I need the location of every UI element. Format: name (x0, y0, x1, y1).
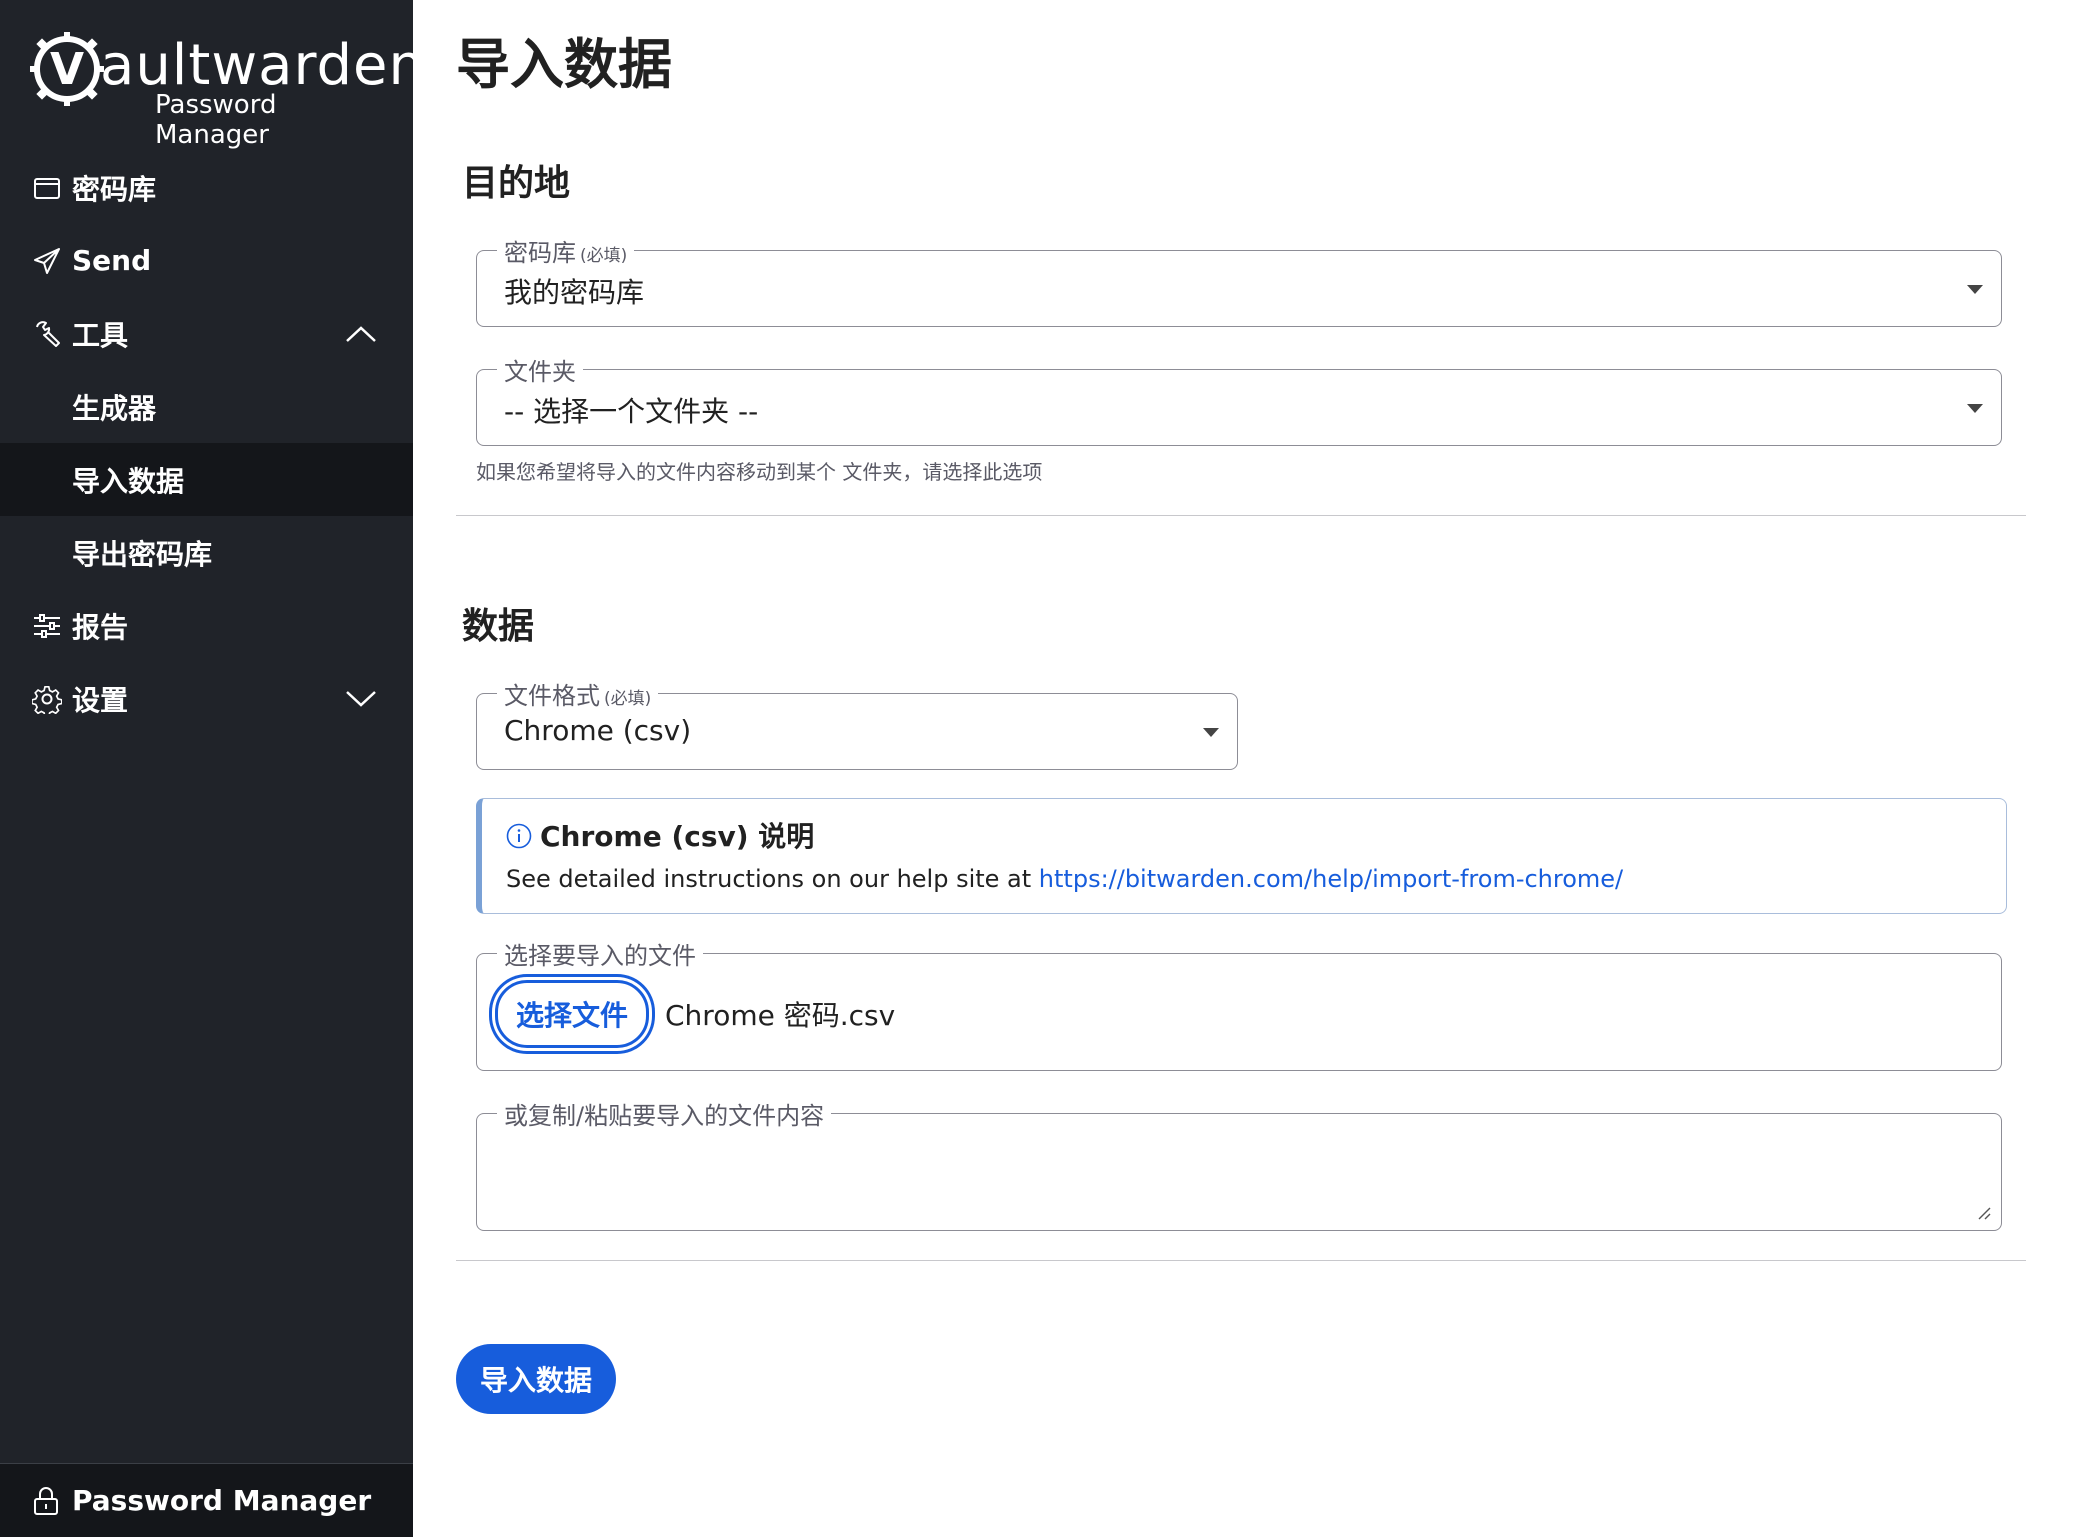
sidebar-item-label: 设置 (72, 683, 129, 717)
sidebar-item-label: 导入数据 (72, 464, 185, 498)
vaultwarden-logo[interactable]: V aultwarden Password Manager (30, 28, 424, 150)
chevron-down-icon[interactable] (345, 689, 377, 709)
sidebar: V aultwarden Password Manager 密码库 Send 工… (0, 0, 424, 1537)
folder-select[interactable]: 文件夹 -- 选择一个文件夹 -- (476, 352, 2002, 446)
chevron-up-icon[interactable] (345, 324, 377, 344)
logo-subtitle: Password Manager (155, 90, 277, 150)
sidebar-item-import-data[interactable]: 导入数据 (0, 443, 413, 516)
choose-file-button[interactable]: 选择文件 (495, 980, 649, 1048)
sidebar-footer-label: Password Manager (72, 1484, 372, 1517)
sidebar-product-switcher[interactable]: Password Manager (0, 1463, 413, 1537)
caret-down-icon (1967, 404, 1983, 413)
sliders-icon (34, 613, 60, 638)
destination-heading: 目的地 (462, 163, 571, 204)
file-format-value: Chrome (csv) (504, 714, 692, 747)
data-heading: 数据 (462, 606, 535, 647)
callout-title: Chrome (csv) 说明 (506, 815, 814, 855)
gear-icon (32, 685, 62, 714)
file-picker-label: 选择要导入的文件 (497, 936, 703, 971)
file-format-select[interactable]: 文件格式 (必填) Chrome (csv) (476, 676, 1238, 770)
section-divider (456, 515, 2026, 516)
sidebar-item-label: 报告 (72, 610, 129, 644)
vault-select-label: 密码库 (必填) (497, 233, 635, 268)
sidebar-item-label: 导出密码库 (72, 537, 213, 571)
sidebar-item-settings[interactable]: 设置 (0, 662, 413, 735)
selected-file-name: Chrome 密码.csv (665, 999, 896, 1032)
paste-content-label: 或复制/粘贴要导入的文件内容 (497, 1096, 832, 1131)
sidebar-item-label: 生成器 (72, 391, 157, 425)
logo-text: aultwarden (100, 33, 425, 98)
sidebar-item-send[interactable]: Send (0, 224, 413, 297)
info-icon (506, 823, 532, 849)
lock-icon (34, 1486, 58, 1515)
file-picker: 选择要导入的文件 选择文件 Chrome 密码.csv (476, 936, 2002, 1071)
file-format-label: 文件格式 (必填) (497, 676, 659, 711)
vault-select[interactable]: 密码库 (必填) 我的密码库 (476, 233, 2002, 327)
page-title: 导入数据 (456, 33, 672, 96)
vault-icon (34, 177, 60, 199)
wrench-icon (36, 320, 60, 347)
sidebar-item-vault[interactable]: 密码库 (0, 151, 413, 224)
caret-down-icon (1967, 285, 1983, 294)
sidebar-item-label: 密码库 (72, 172, 157, 206)
caret-down-icon (1203, 728, 1219, 737)
logo-gear-icon: V (30, 32, 104, 106)
vault-select-value: 我的密码库 (504, 276, 645, 309)
sidebar-item-generator[interactable]: 生成器 (0, 370, 413, 443)
send-icon (34, 247, 60, 274)
callout-body: See detailed instructions on our help si… (506, 865, 1624, 893)
import-data-button[interactable]: 导入数据 (456, 1344, 616, 1414)
sidebar-item-reports[interactable]: 报告 (0, 589, 413, 662)
resize-handle-icon[interactable] (1977, 1206, 1991, 1220)
sidebar-item-export-vault[interactable]: 导出密码库 (0, 516, 413, 589)
help-link[interactable]: https://bitwarden.com/help/import-from-c… (1039, 865, 1623, 893)
sidebar-item-label: 工具 (72, 318, 129, 352)
folder-select-label: 文件夹 (497, 352, 583, 387)
sidebar-item-tools[interactable]: 工具 (0, 297, 413, 370)
section-divider (456, 1260, 2026, 1261)
sidebar-item-label: Send (72, 244, 152, 277)
folder-select-value: -- 选择一个文件夹 -- (504, 395, 759, 428)
format-instructions-callout: Chrome (csv) 说明 See detailed instruction… (476, 798, 2007, 914)
folder-hint: 如果您希望将导入的文件内容移动到某个 文件夹，请选择此选项 (476, 460, 1043, 484)
logo-letter: V (50, 44, 84, 95)
paste-content-textarea[interactable]: 或复制/粘贴要导入的文件内容 (476, 1096, 2002, 1231)
